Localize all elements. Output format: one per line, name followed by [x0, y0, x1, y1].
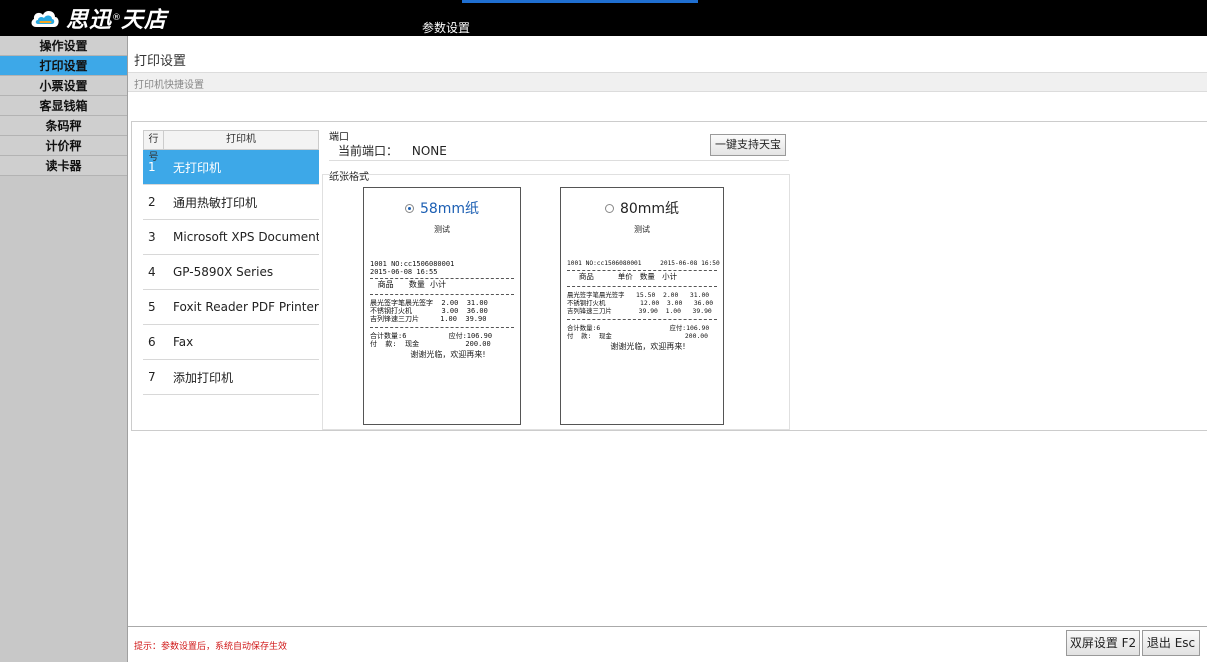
dual-screen-settings-button[interactable]: 双屏设置 F2	[1066, 630, 1140, 656]
app-logo: 思迅 ® 天店	[30, 4, 168, 33]
printer-name: Microsoft XPS Document ...	[173, 230, 319, 244]
table-row[interactable]: 7 添加打印机	[143, 360, 319, 395]
table-row[interactable]: 5 Foxit Reader PDF Printer	[143, 290, 319, 325]
receipt-divider	[567, 286, 717, 287]
page-title: 打印设置	[134, 54, 187, 69]
title-accent-strip	[462, 0, 698, 3]
receipt-test-title: 测试	[434, 225, 450, 234]
logo-text-2: 天店	[121, 8, 168, 33]
sidebar-item-print[interactable]: 打印设置	[0, 56, 127, 76]
paper-format-group: 58mm纸 测试 1001 NO:cc1506080001 2015-06-08…	[322, 174, 790, 430]
sub-header: 打印机快捷设置	[128, 72, 1207, 92]
receipt-divider	[370, 294, 514, 295]
receipt-columns: 商品 单价 数量 小计	[567, 272, 678, 281]
receipt-divider	[370, 327, 514, 328]
window-title: 参数设置	[422, 21, 471, 35]
row-number: 7	[148, 370, 156, 384]
logo-registered: ®	[112, 13, 122, 23]
receipt-thanks: 谢谢光临，欢迎再来!	[410, 350, 486, 359]
receipt-total: 合计数量:6 应付:106.90 付 款: 现金 200.00	[567, 324, 710, 340]
receipt-total: 合计数量:6 应付:106.90 付 款: 现金 200.00	[370, 332, 493, 348]
sub-header-label: 打印机快捷设置	[134, 80, 204, 91]
table-row[interactable]: 1 无打印机	[143, 150, 319, 185]
receipt-columns: 商品 数量 小计	[370, 280, 446, 289]
column-header-printer: 打印机	[226, 134, 256, 145]
table-row[interactable]: 6 Fax	[143, 325, 319, 360]
row-number: 1	[148, 160, 156, 174]
footer-hint: 提示：参数设置后，系统自动保存生效	[134, 642, 288, 652]
table-row[interactable]: 4 GP-5890X Series	[143, 255, 319, 290]
current-port-value: NONE	[411, 144, 447, 158]
sidebar: 操作设置 打印设置 小票设置 客显钱箱 条码秤 计价秤 读卡器	[0, 36, 128, 662]
sidebar-item-pricing-scale[interactable]: 计价秤	[0, 136, 127, 156]
footer-divider	[128, 626, 1207, 627]
sidebar-item-card-reader[interactable]: 读卡器	[0, 156, 127, 176]
cloud-logo-icon	[30, 7, 60, 29]
printer-settings-panel: 行号 打印机 1 无打印机 2 通用热敏打印机 3 Microsoft XPS …	[131, 121, 1207, 431]
current-port-label: 当前端口：	[338, 144, 399, 158]
receipt-divider	[370, 278, 514, 279]
sidebar-item-receipt[interactable]: 小票设置	[0, 76, 127, 96]
one-key-tianbao-button[interactable]: 一键支持天宝	[710, 134, 786, 156]
receipt-line1: 1001 NO:cc1506080001 2015-06-08 16:50	[567, 260, 720, 267]
receipt-line2: 2015-06-08 16:55	[370, 268, 438, 276]
logo-text: 思迅	[66, 8, 113, 33]
current-port: 当前端口： NONE	[338, 142, 447, 159]
radio-58mm-label: 58mm纸	[419, 201, 480, 217]
receipt-preview-58mm[interactable]: 58mm纸 测试 1001 NO:cc1506080001 2015-06-08…	[363, 187, 521, 425]
port-row: 当前端口： NONE 一键支持天宝	[323, 132, 790, 158]
receipt-thanks: 谢谢光临，欢迎再来!	[610, 342, 686, 351]
radio-80mm[interactable]: 80mm纸	[561, 198, 723, 218]
printer-name: Fax	[173, 335, 194, 349]
printer-name: 通用热敏打印机	[173, 195, 258, 210]
printer-name: 添加打印机	[173, 370, 234, 385]
radio-checked-icon	[404, 203, 414, 213]
radio-unchecked-icon	[604, 203, 614, 213]
radio-80mm-label: 80mm纸	[619, 201, 680, 217]
row-number: 4	[148, 265, 156, 279]
receipt-test-title: 测试	[634, 225, 650, 234]
table-row[interactable]: 3 Microsoft XPS Document ...	[143, 220, 319, 255]
column-header-no: 行号	[144, 131, 164, 163]
row-number: 6	[148, 335, 156, 349]
divider	[329, 160, 789, 161]
exit-button[interactable]: 退出 Esc	[1142, 630, 1200, 656]
printer-table: 行号 打印机 1 无打印机 2 通用热敏打印机 3 Microsoft XPS …	[143, 130, 319, 408]
row-number: 2	[148, 195, 156, 209]
receipt-items: 晨光签字笔晨光签字 15.50 2.00 31.00 不锈钢打火机 12.00 …	[567, 291, 714, 315]
table-row[interactable]: 2 通用热敏打印机	[143, 185, 319, 220]
receipt-items: 晨光签字笔晨光签字 2.00 31.00 不锈钢打火机 3.00 36.00 吉…	[370, 299, 488, 323]
row-number: 3	[148, 230, 156, 244]
printer-name: 无打印机	[173, 160, 222, 175]
row-number: 5	[148, 300, 156, 314]
receipt-divider	[567, 319, 717, 320]
receipt-divider	[567, 270, 717, 271]
sidebar-item-barcode-scale[interactable]: 条码秤	[0, 116, 127, 136]
sidebar-item-operation[interactable]: 操作设置	[0, 36, 127, 56]
title-bar: 思迅 ® 天店 参数设置	[0, 0, 1207, 36]
printer-name: GP-5890X Series	[173, 265, 274, 279]
radio-58mm[interactable]: 58mm纸	[364, 198, 520, 218]
sidebar-item-display-drawer[interactable]: 客显钱箱	[0, 96, 127, 116]
printer-name: Foxit Reader PDF Printer	[173, 300, 319, 314]
main-content: 打印设置 打印机快捷设置 行号 打印机 1 无打印机 2 通用热敏打印机 3 M…	[128, 36, 1207, 662]
printer-table-header: 行号 打印机	[143, 130, 319, 163]
receipt-preview-80mm[interactable]: 80mm纸 测试 1001 NO:cc1506080001 2015-06-08…	[560, 187, 724, 425]
receipt-line1: 1001 NO:cc1506080001	[370, 260, 455, 268]
